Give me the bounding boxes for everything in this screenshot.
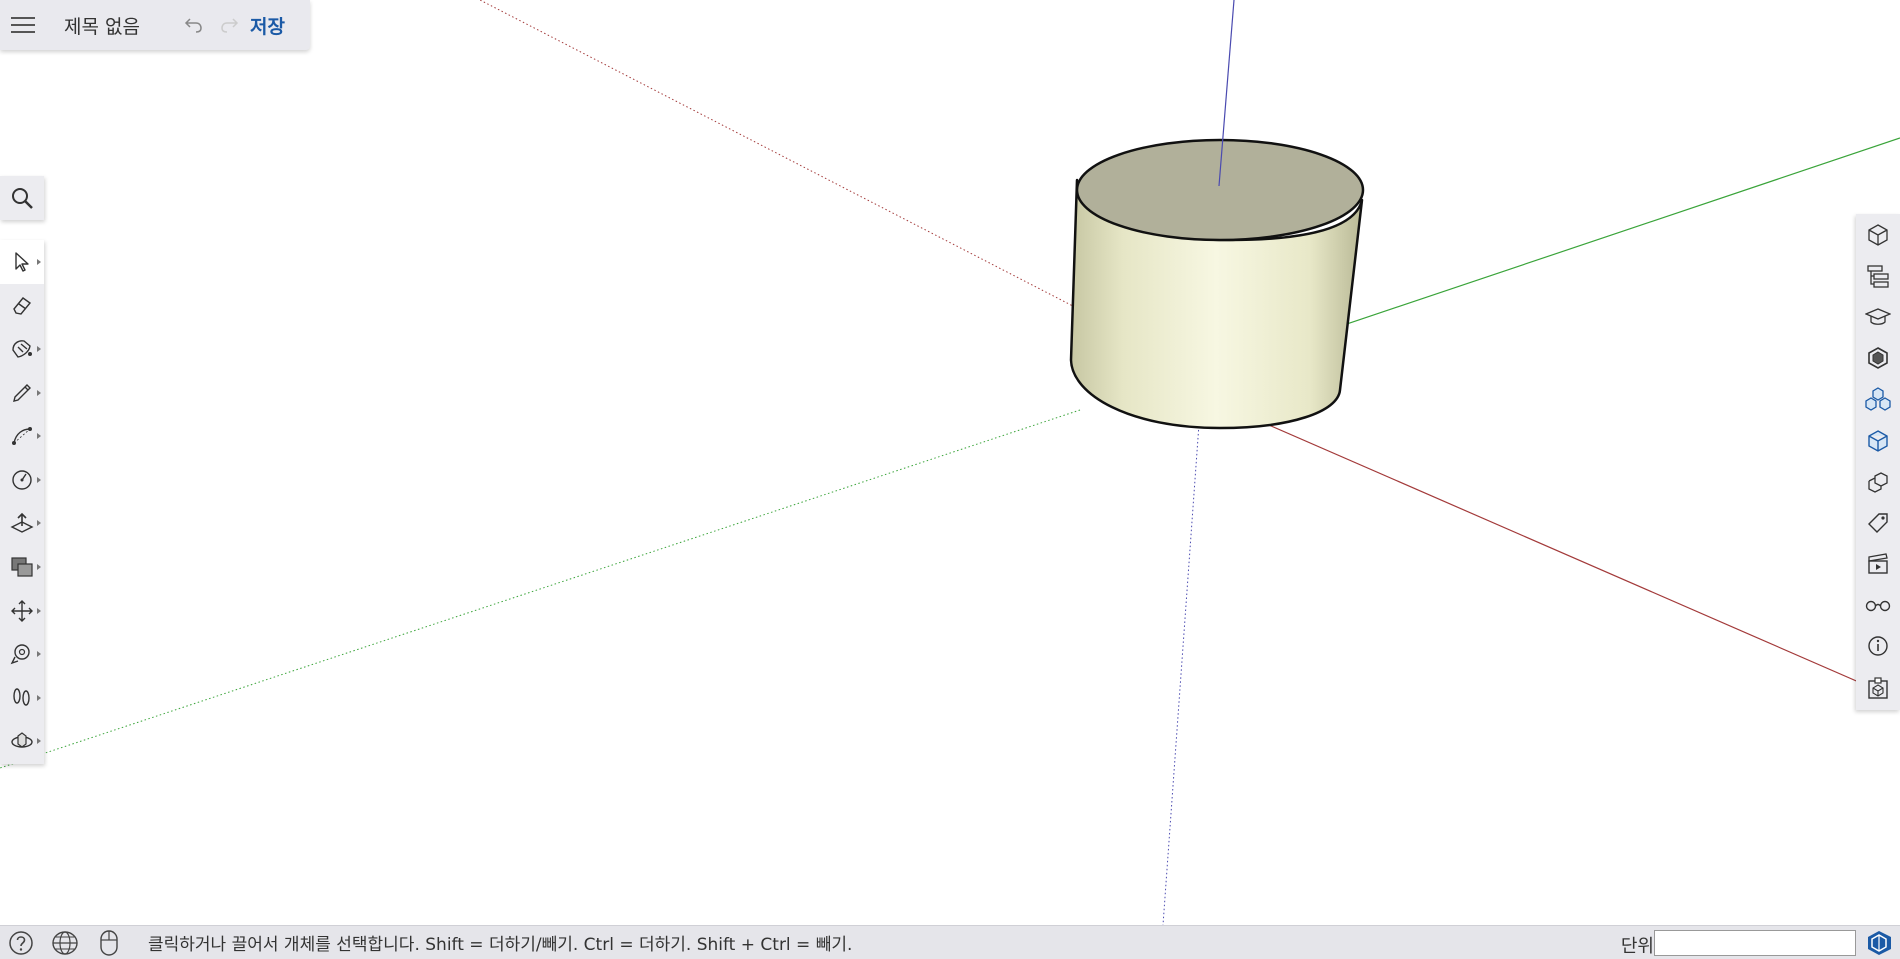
panel-instructor[interactable] (1856, 296, 1900, 337)
green-axis-negative (0, 409, 1081, 769)
save-button[interactable]: 저장 (250, 12, 285, 39)
status-message: 클릭하거나 끌어서 개체를 선택합니다. Shift = 더하기/빼기. Ctr… (148, 935, 853, 955)
panel-display[interactable] (1856, 585, 1900, 626)
entity-info-cube-icon (1868, 223, 1888, 246)
tool-tape-measure[interactable] (0, 632, 44, 676)
tape-measure-icon (10, 644, 30, 665)
red-axis-negative (479, 0, 1101, 321)
mouse-icon[interactable] (92, 926, 126, 959)
panel-entity-info[interactable] (1856, 214, 1900, 255)
status-bar: 클릭하거나 끌어서 개체를 선택합니다. Shift = 더하기/빼기. Ctr… (0, 925, 1900, 959)
tool-orbit[interactable] (0, 720, 44, 764)
hamburger-menu-icon[interactable] (0, 0, 46, 50)
outliner-icon (1867, 265, 1889, 288)
units-label: 단위 (1620, 936, 1654, 957)
panel-info[interactable] (1856, 626, 1900, 667)
offset-icon (11, 557, 33, 577)
panel-solid-inspector[interactable] (1856, 461, 1900, 502)
display-glasses-icon (1865, 601, 1891, 612)
title-panel: 제목 없음 저장 (0, 0, 310, 50)
tool-offset[interactable] (0, 545, 44, 589)
arc-icon (12, 427, 32, 446)
info-icon (1868, 636, 1888, 657)
tool-select[interactable] (0, 240, 44, 284)
red-axis (1199, 394, 1900, 701)
circle-icon (12, 470, 32, 490)
tags-icon (1868, 513, 1888, 533)
viewport-canvas (0, 0, 1900, 925)
panel-outliner[interactable] (1856, 255, 1900, 296)
footprints-icon (13, 688, 30, 706)
tool-arc[interactable] (0, 414, 44, 458)
sketchup-logo-icon (1864, 929, 1894, 957)
document-title[interactable]: 제목 없음 (64, 12, 174, 39)
tool-circle[interactable] (0, 458, 44, 502)
solid-inspector-icon (1868, 471, 1888, 493)
tool-eraser[interactable] (0, 284, 44, 328)
redo-icon[interactable] (214, 0, 244, 50)
tool-push-pull[interactable] (0, 502, 44, 546)
move-icon (11, 599, 33, 622)
pencil-icon (13, 383, 31, 402)
tool-move[interactable] (0, 589, 44, 633)
styles-icon (1868, 347, 1888, 370)
search-icon (12, 188, 33, 209)
tool-paint[interactable] (0, 327, 44, 371)
instructor-icon (1865, 308, 1891, 325)
panel-styles[interactable] (1856, 338, 1900, 379)
components-icon (1865, 387, 1891, 412)
scenes-icon (1868, 553, 1888, 574)
panel-materials[interactable] (1856, 420, 1900, 461)
help-icon[interactable] (4, 926, 38, 959)
select-arrow-icon (15, 252, 29, 272)
search-button[interactable] (0, 176, 44, 220)
tool-line[interactable] (0, 371, 44, 415)
push-pull-icon (10, 513, 34, 534)
model-export-icon (1868, 677, 1888, 699)
panel-tags[interactable] (1856, 502, 1900, 543)
cylinder-model[interactable] (1069, 138, 1365, 430)
panel-scenes[interactable] (1856, 544, 1900, 585)
undo-icon[interactable] (174, 0, 214, 50)
model-viewport[interactable] (0, 0, 1900, 925)
units-input[interactable] (1654, 930, 1856, 956)
materials-icon (1868, 429, 1888, 452)
tool-walk[interactable] (0, 676, 44, 720)
paint-bucket-icon (12, 340, 32, 358)
cylinder-top-face[interactable] (1075, 138, 1365, 242)
blue-axis-negative (1162, 409, 1201, 925)
orbit-icon (11, 732, 33, 749)
panel-model-export[interactable] (1856, 667, 1900, 708)
panel-components[interactable] (1856, 379, 1900, 420)
panel-strip (1856, 214, 1900, 710)
globe-icon[interactable] (48, 926, 82, 959)
eraser-icon (13, 297, 32, 316)
tool-strip (0, 240, 44, 764)
